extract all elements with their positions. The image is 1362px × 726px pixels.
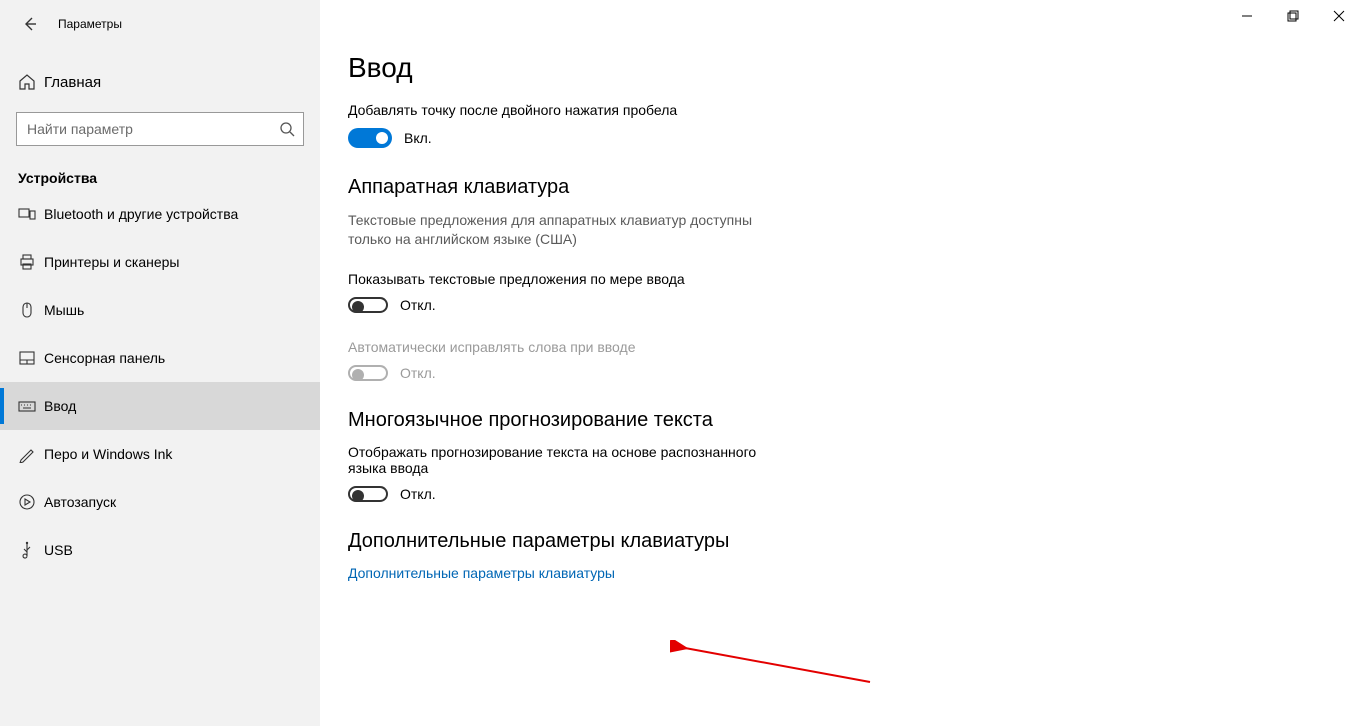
mouse-icon	[18, 301, 36, 319]
toggle-state-label: Откл.	[400, 486, 436, 502]
annotation-arrow	[670, 640, 880, 690]
search-input[interactable]	[27, 121, 279, 137]
setting-label: Показывать текстовые предложения по мере…	[348, 271, 788, 287]
setting-double-space-period: Добавлять точку после двойного нажатия п…	[348, 102, 788, 148]
toggle-state-label: Откл.	[400, 297, 436, 313]
minimize-icon	[1241, 10, 1253, 22]
toggle-state-label: Откл.	[400, 365, 436, 381]
keyboard-icon	[18, 397, 36, 415]
link-advanced-keyboard[interactable]: Дополнительные параметры клавиатуры	[348, 565, 1322, 581]
sidebar-item-bluetooth[interactable]: Bluetooth и другие устройства	[0, 190, 320, 238]
sidebar-item-autoplay[interactable]: Автозапуск	[0, 478, 320, 526]
home-icon	[18, 73, 36, 91]
printer-icon	[18, 253, 36, 271]
sidebar-item-label: Принтеры и сканеры	[44, 254, 179, 270]
toggle-text-suggestions[interactable]	[348, 297, 388, 313]
minimize-button[interactable]	[1224, 0, 1270, 32]
sidebar: Параметры Главная Устройства Bluetooth и…	[0, 0, 320, 726]
autoplay-icon	[18, 493, 36, 511]
close-icon	[1333, 10, 1345, 22]
arrow-left-icon	[22, 16, 38, 32]
setting-label: Автоматически исправлять слова при вводе	[348, 339, 788, 355]
maximize-icon	[1287, 10, 1299, 22]
nav-home[interactable]: Главная	[0, 62, 320, 102]
setting-multilingual-prediction: Отображать прогнозирование текста на осн…	[348, 444, 788, 502]
title-row: Параметры	[0, 8, 320, 40]
sidebar-item-label: USB	[44, 542, 73, 558]
sidebar-item-typing[interactable]: Ввод	[0, 382, 320, 430]
pen-icon	[18, 445, 36, 463]
sidebar-item-pen[interactable]: Перо и Windows Ink	[0, 430, 320, 478]
sidebar-item-label: Перо и Windows Ink	[44, 446, 172, 462]
touchpad-icon	[18, 349, 36, 367]
toggle-multilingual[interactable]	[348, 486, 388, 502]
sidebar-item-label: Сенсорная панель	[44, 350, 165, 366]
sidebar-item-label: Bluetooth и другие устройства	[44, 206, 238, 222]
main-content: Ввод Добавлять точку после двойного нажа…	[320, 0, 1362, 726]
search-icon	[279, 121, 295, 137]
usb-icon	[18, 541, 36, 559]
section-hardware-keyboard: Аппаратная клавиатура	[348, 176, 1322, 199]
setting-label: Добавлять точку после двойного нажатия п…	[348, 102, 788, 118]
home-label: Главная	[44, 74, 101, 91]
window-title: Параметры	[58, 17, 122, 31]
toggle-autocorrect	[348, 365, 388, 381]
sidebar-item-label: Мышь	[44, 302, 84, 318]
setting-autocorrect: Автоматически исправлять слова при вводе…	[348, 339, 788, 381]
page-title: Ввод	[348, 52, 1322, 84]
sidebar-item-label: Ввод	[44, 398, 76, 414]
setting-label: Отображать прогнозирование текста на осн…	[348, 444, 788, 476]
toggle-state-label: Вкл.	[404, 130, 432, 146]
section-multilingual: Многоязычное прогнозирование текста	[348, 409, 1322, 432]
sidebar-item-usb[interactable]: USB	[0, 526, 320, 574]
back-button[interactable]	[16, 10, 44, 38]
close-button[interactable]	[1316, 0, 1362, 32]
sidebar-item-mouse[interactable]: Мышь	[0, 286, 320, 334]
section-advanced-keyboard: Дополнительные параметры клавиатуры	[348, 530, 1322, 553]
devices-icon	[18, 205, 36, 223]
sidebar-item-touchpad[interactable]: Сенсорная панель	[0, 334, 320, 382]
window-controls	[1224, 0, 1362, 32]
section-desc: Текстовые предложения для аппаратных кла…	[348, 211, 788, 249]
maximize-button[interactable]	[1270, 0, 1316, 32]
search-box[interactable]	[16, 112, 304, 146]
toggle-double-space[interactable]	[348, 128, 392, 148]
sidebar-item-printers[interactable]: Принтеры и сканеры	[0, 238, 320, 286]
category-label: Устройства	[18, 170, 320, 186]
setting-text-suggestions: Показывать текстовые предложения по мере…	[348, 271, 788, 313]
sidebar-item-label: Автозапуск	[44, 494, 116, 510]
